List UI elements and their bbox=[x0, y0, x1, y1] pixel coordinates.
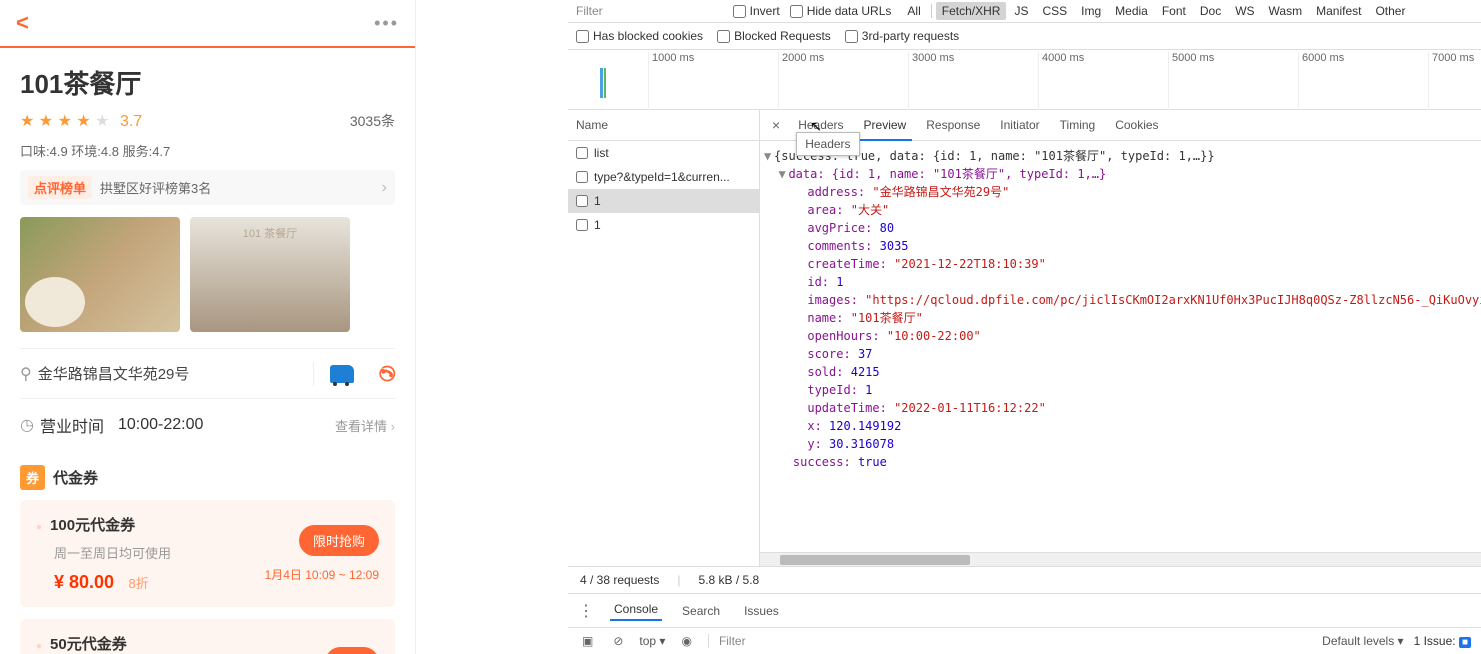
drawer-tab-console[interactable]: Console bbox=[610, 600, 662, 621]
filter-doc[interactable]: Doc bbox=[1194, 2, 1227, 20]
filter-fetch-xhr[interactable]: Fetch/XHR bbox=[936, 2, 1007, 20]
tab-timing[interactable]: Timing bbox=[1050, 110, 1106, 140]
hours-row[interactable]: ◷ 营业时间 10:00-22:00 查看详情 › bbox=[20, 398, 395, 451]
resource-type-filters: All Fetch/XHR JS CSS Img Media Font Doc … bbox=[901, 2, 1411, 20]
request-count: 4 / 38 requests bbox=[580, 573, 659, 587]
tooltip: Headers bbox=[796, 132, 859, 156]
shop-photo-1[interactable] bbox=[20, 217, 180, 332]
address-row[interactable]: ⚲ 金华路锦昌文华苑29号 ✆ bbox=[20, 348, 395, 398]
filter-css[interactable]: CSS bbox=[1036, 2, 1073, 20]
drawer-menu-icon[interactable]: ⋮ bbox=[578, 601, 594, 621]
coupon-price: ¥ 80.00 bbox=[54, 572, 114, 592]
filter-img[interactable]: Img bbox=[1075, 2, 1107, 20]
network-filter-toolbar: Filter Invert Hide data URLs All Fetch/X… bbox=[568, 0, 1481, 23]
invert-checkbox[interactable]: Invert bbox=[733, 4, 780, 18]
eye-icon[interactable]: ◉ bbox=[677, 632, 695, 650]
shop-photo-2[interactable]: 101 茶餐厅 bbox=[190, 217, 350, 332]
filter-js[interactable]: JS bbox=[1008, 2, 1034, 20]
rank-row[interactable]: 点评榜单 拱墅区好评榜第3名 › bbox=[20, 170, 395, 205]
hours-time: 10:00-22:00 bbox=[118, 416, 329, 434]
location-icon: ⚲ bbox=[20, 364, 32, 384]
console-sidebar-icon[interactable]: ▣ bbox=[578, 632, 597, 650]
detail-tabs: × Headers ↖ Headers Preview Response Ini… bbox=[760, 110, 1481, 141]
blocked-cookies-checkbox[interactable]: Has blocked cookies bbox=[576, 29, 703, 43]
coupon-discount: 8折 bbox=[129, 576, 149, 591]
filter-input[interactable]: Filter bbox=[576, 4, 603, 18]
coupon-timerange: 1月4日 10:09 ~ 12:09 bbox=[265, 566, 379, 583]
drawer-tab-issues[interactable]: Issues bbox=[740, 602, 783, 620]
cursor-icon: ↖ bbox=[810, 118, 822, 135]
coupon-desc: 周一至周日均可使用 bbox=[36, 543, 265, 562]
name-column-header[interactable]: Name bbox=[568, 110, 759, 141]
network-timeline[interactable]: 1000 ms 2000 ms 3000 ms 4000 ms 5000 ms … bbox=[568, 50, 1481, 110]
coupon-name: 100元代金券 bbox=[36, 514, 265, 535]
buy-button[interactable]: 限时抢购 bbox=[299, 525, 379, 556]
filter-manifest[interactable]: Manifest bbox=[1310, 2, 1367, 20]
drawer-tab-search[interactable]: Search bbox=[678, 602, 724, 620]
coupon-section-title: 代金券 bbox=[53, 467, 98, 488]
filter-all[interactable]: All bbox=[901, 2, 926, 20]
coupon-section-header: 券 代金券 bbox=[20, 465, 395, 490]
horizontal-scrollbar[interactable] bbox=[760, 552, 1481, 566]
transfer-size: 5.8 kB / 5.8 bbox=[699, 573, 760, 587]
more-icon[interactable]: ••• bbox=[374, 13, 399, 34]
filter-other[interactable]: Other bbox=[1369, 2, 1411, 20]
tab-headers[interactable]: Headers ↖ Headers bbox=[788, 110, 853, 140]
request-detail-pane: × Headers ↖ Headers Preview Response Ini… bbox=[760, 110, 1481, 566]
devtools-panel: Filter Invert Hide data URLs All Fetch/X… bbox=[568, 0, 1481, 654]
coupon-card-2[interactable]: 50元代金券 周一至周日均可使用 抢购 bbox=[20, 619, 395, 654]
console-toolbar: ▣ ⊘ top ▾ ◉ Filter Default levels ▾ 1 Is… bbox=[568, 627, 1481, 654]
context-selector[interactable]: top ▾ bbox=[639, 634, 665, 648]
detail-link[interactable]: 查看详情 › bbox=[335, 416, 395, 435]
request-row-selected[interactable]: 1 bbox=[568, 189, 759, 213]
request-row[interactable]: 1 bbox=[568, 213, 759, 237]
mobile-header: < ••• bbox=[0, 0, 415, 48]
chevron-right-icon: › bbox=[382, 179, 387, 197]
rating-stars: ★ ★ ★ ★ ★ 3.7 bbox=[20, 111, 142, 131]
hide-dataurls-checkbox[interactable]: Hide data URLs bbox=[790, 4, 892, 18]
address-text: 金华路锦昌文华苑29号 bbox=[38, 363, 298, 384]
hours-label: 营业时间 bbox=[40, 413, 104, 437]
filter-font[interactable]: Font bbox=[1156, 2, 1192, 20]
review-count[interactable]: 3035条 bbox=[350, 111, 395, 131]
mobile-app-view: < ••• 101茶餐厅 ★ ★ ★ ★ ★ 3.7 3035条 口味:4.9 … bbox=[0, 0, 416, 654]
rank-badge: 点评榜单 bbox=[28, 176, 92, 199]
request-row[interactable]: type?&typeId=1&curren... bbox=[568, 165, 759, 189]
blocked-requests-checkbox[interactable]: Blocked Requests bbox=[717, 29, 831, 43]
close-icon[interactable]: × bbox=[764, 113, 788, 137]
json-preview[interactable]: ▼{success: true, data: {id: 1, name: "10… bbox=[760, 141, 1481, 552]
filter-ws[interactable]: WS bbox=[1229, 2, 1260, 20]
network-filter-toolbar-2: Has blocked cookies Blocked Requests 3rd… bbox=[568, 23, 1481, 50]
network-footer: 4 / 38 requests | 5.8 kB / 5.8 bbox=[568, 566, 1481, 593]
issues-badge[interactable]: 1 Issue: ■ bbox=[1414, 634, 1471, 648]
request-list: Name list type?&typeId=1&curren... 1 1 bbox=[568, 110, 760, 566]
coupon-name: 50元代金券 bbox=[36, 633, 325, 654]
coupon-tag-icon: 券 bbox=[20, 465, 45, 490]
phone-icon[interactable]: ✆ bbox=[374, 365, 399, 382]
rank-text: 拱墅区好评榜第3名 bbox=[100, 178, 374, 197]
request-row[interactable]: list bbox=[568, 141, 759, 165]
drawer-tabs: ⋮ Console Search Issues bbox=[568, 593, 1481, 627]
third-party-checkbox[interactable]: 3rd-party requests bbox=[845, 29, 959, 43]
car-icon[interactable] bbox=[330, 365, 354, 383]
photo-gallery[interactable]: 101 茶餐厅 bbox=[20, 217, 395, 332]
filter-media[interactable]: Media bbox=[1109, 2, 1154, 20]
tab-initiator[interactable]: Initiator bbox=[990, 110, 1049, 140]
buy-button[interactable]: 抢购 bbox=[325, 647, 379, 654]
log-levels-selector[interactable]: Default levels ▾ bbox=[1322, 634, 1403, 648]
clock-icon: ◷ bbox=[20, 415, 34, 435]
back-icon[interactable]: < bbox=[16, 10, 29, 36]
filter-wasm[interactable]: Wasm bbox=[1263, 2, 1309, 20]
clear-console-icon[interactable]: ⊘ bbox=[609, 632, 627, 650]
rating-value: 3.7 bbox=[120, 113, 142, 130]
shop-title: 101茶餐厅 bbox=[20, 64, 395, 101]
coupon-card-1[interactable]: 100元代金券 周一至周日均可使用 ¥ 80.00 8折 限时抢购 1月4日 1… bbox=[20, 500, 395, 607]
sub-ratings: 口味:4.9 环境:4.8 服务:4.7 bbox=[20, 141, 395, 160]
tab-response[interactable]: Response bbox=[916, 110, 990, 140]
console-filter-input[interactable]: Filter bbox=[708, 634, 1310, 648]
tab-cookies[interactable]: Cookies bbox=[1105, 110, 1168, 140]
tab-preview[interactable]: Preview bbox=[854, 110, 917, 140]
